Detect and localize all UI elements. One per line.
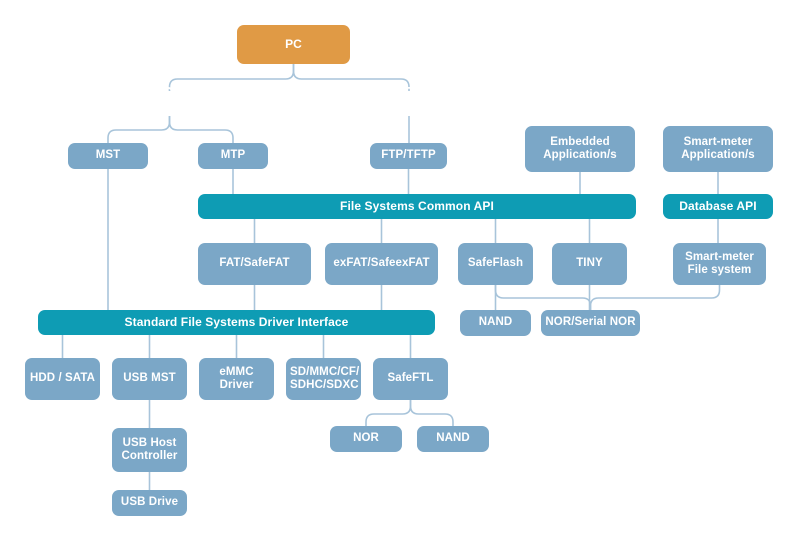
node-label-nor_ftl: NOR: [353, 432, 379, 445]
node-label-emmc_driver: eMMC Driver: [219, 365, 254, 391]
node-label-hdd_sata: HDD / SATA: [29, 372, 96, 385]
node-smart_fs: Smart-meter File system: [673, 243, 766, 285]
node-pc: PC: [237, 25, 350, 64]
node-label-nor_serial: NOR/Serial NOR: [545, 316, 636, 329]
node-safeftl: SafeFTL: [373, 358, 448, 400]
node-hdd_sata: HDD / SATA: [25, 358, 100, 400]
node-label-pc: PC: [285, 36, 302, 51]
node-label-usb_dev_if: USB Device Interface: [124, 85, 215, 121]
node-label-tiny: TINY: [576, 257, 603, 270]
node-tiny: TINY: [552, 243, 627, 285]
node-fs_common_api: File Systems Common API: [198, 194, 636, 219]
node-label-sd_mmc: SD/MMC/CF/ SDHC/SDXC: [290, 365, 360, 391]
node-label-smart_app: Smart-meter Application/s: [681, 135, 755, 161]
node-label-embedded_app: Embedded Application/s: [543, 135, 617, 161]
node-nor_serial: NOR/Serial NOR: [541, 310, 640, 336]
node-usb_drive: USB Drive: [112, 490, 187, 516]
node-label-usb_host_ctrl: USB Host Controller: [121, 436, 178, 462]
wire-segment: [494, 285, 592, 310]
node-label-mst: MST: [95, 149, 121, 162]
node-sd_mmc: SD/MMC/CF/ SDHC/SDXC: [286, 358, 361, 400]
node-label-smart_fs: Smart-meter File system: [685, 250, 754, 276]
node-fat: FAT/SafeFAT: [198, 243, 311, 285]
node-ftp_tftp: FTP/TFTP: [370, 143, 447, 169]
wire-segment: [409, 400, 454, 426]
node-label-usb_drive: USB Drive: [120, 496, 179, 509]
node-embedded_app: Embedded Application/s: [525, 126, 635, 172]
node-mst: MST: [68, 143, 148, 169]
node-emmc_driver: eMMC Driver: [199, 358, 274, 400]
node-label-std_driver_if: Standard File Systems Driver Interface: [124, 314, 349, 329]
node-label-safeflash: SafeFlash: [467, 257, 524, 270]
node-database_api: Database API: [663, 194, 773, 219]
node-nand_flash: NAND: [460, 310, 531, 336]
node-label-ftp_tftp: FTP/TFTP: [381, 149, 436, 162]
node-label-nand_ftl: NAND: [436, 432, 470, 445]
node-mtp: MTP: [198, 143, 268, 169]
node-smart_app: Smart-meter Application/s: [663, 126, 773, 172]
node-label-fat: FAT/SafeFAT: [219, 257, 290, 270]
node-label-safeftl: SafeFTL: [387, 372, 434, 385]
node-nand_ftl: NAND: [417, 426, 489, 452]
node-label-database_api: Database API: [679, 198, 757, 213]
node-nor_ftl: NOR: [330, 426, 402, 452]
node-usb_host_ctrl: USB Host Controller: [112, 428, 187, 472]
node-label-fs_common_api: File Systems Common API: [340, 198, 494, 213]
node-label-tcpip_if: TCP/IP Interface: [375, 85, 443, 121]
wire-segment: [589, 285, 721, 310]
node-safeflash: SafeFlash: [458, 243, 533, 285]
wire-segment: [365, 400, 412, 426]
node-label-usb_mst: USB MST: [123, 372, 176, 385]
node-label-nand_flash: NAND: [478, 316, 513, 329]
node-usb_dev_if: USB Device Interface: [108, 85, 231, 120]
node-exfat: exFAT/SafeexFAT: [325, 243, 438, 285]
architecture-diagram: PC USB Device Interface TCP/IP Interface MS…: [0, 0, 801, 541]
node-std_driver_if: Standard File Systems Driver Interface: [38, 310, 435, 335]
node-label-mtp: MTP: [220, 149, 246, 162]
node-usb_mst: USB MST: [112, 358, 187, 400]
node-label-exfat: exFAT/SafeexFAT: [333, 257, 430, 270]
node-tcpip_if: TCP/IP Interface: [350, 85, 468, 120]
